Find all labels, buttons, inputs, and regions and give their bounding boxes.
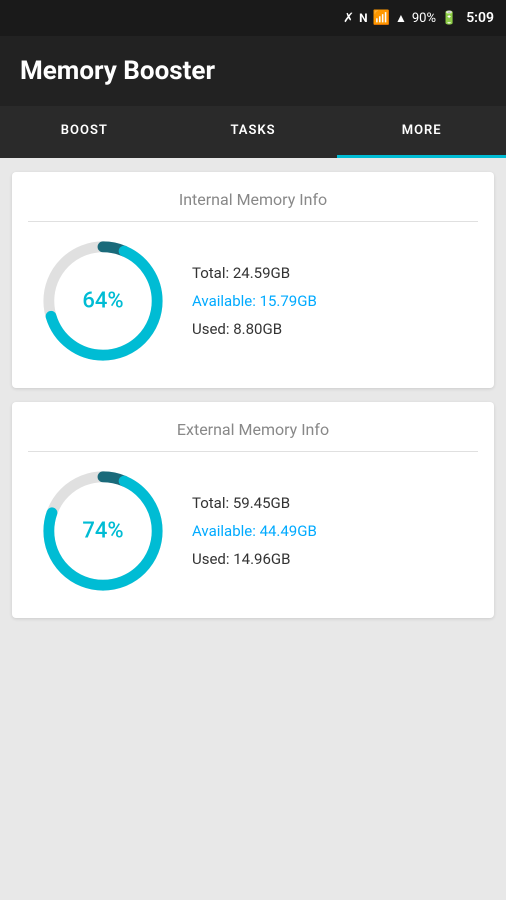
- internal-used: Used: 8.80GB: [192, 320, 317, 338]
- external-card-title: External Memory Info: [28, 420, 478, 452]
- external-available: Available: 44.49GB: [192, 522, 317, 540]
- main-content: Internal Memory Info 64% Total: 24.59GB …: [0, 158, 506, 632]
- status-bar: ✗ N 📶 ▲ 90% 🔋 5:09: [0, 0, 506, 36]
- internal-memory-card: Internal Memory Info 64% Total: 24.59GB …: [12, 172, 494, 388]
- internal-available: Available: 15.79GB: [192, 292, 317, 310]
- battery-icon: 🔋: [441, 11, 457, 26]
- tab-bar: BOOST TASKS MORE: [0, 106, 506, 158]
- internal-memory-info: Total: 24.59GB Available: 15.79GB Used: …: [192, 264, 317, 338]
- internal-total: Total: 24.59GB: [192, 264, 317, 282]
- internal-card-body: 64% Total: 24.59GB Available: 15.79GB Us…: [28, 236, 478, 366]
- app-title: Memory Booster: [20, 56, 215, 86]
- internal-percent-label: 64%: [82, 289, 123, 314]
- internal-circle: 64%: [38, 236, 168, 366]
- external-memory-card: External Memory Info 74% Total: 59.45GB …: [12, 402, 494, 618]
- signal-icon: ▲: [395, 11, 407, 25]
- tab-boost[interactable]: BOOST: [0, 106, 169, 158]
- app-header: Memory Booster: [0, 36, 506, 106]
- battery-percent: 90%: [412, 11, 436, 26]
- internal-card-title: Internal Memory Info: [28, 190, 478, 222]
- external-total: Total: 59.45GB: [192, 494, 317, 512]
- clock: 5:09: [466, 10, 494, 26]
- wifi-icon: 📶: [373, 10, 390, 26]
- status-icons: ✗ N 📶 ▲ 90% 🔋 5:09: [343, 10, 494, 26]
- tab-tasks[interactable]: TASKS: [169, 106, 338, 158]
- external-used: Used: 14.96GB: [192, 550, 317, 568]
- external-percent-label: 74%: [82, 519, 123, 544]
- bluetooth-icon: ✗: [343, 11, 354, 26]
- external-card-body: 74% Total: 59.45GB Available: 44.49GB Us…: [28, 466, 478, 596]
- external-memory-info: Total: 59.45GB Available: 44.49GB Used: …: [192, 494, 317, 568]
- external-circle: 74%: [38, 466, 168, 596]
- tab-more[interactable]: MORE: [337, 106, 506, 158]
- nfc-icon: N: [359, 11, 367, 25]
